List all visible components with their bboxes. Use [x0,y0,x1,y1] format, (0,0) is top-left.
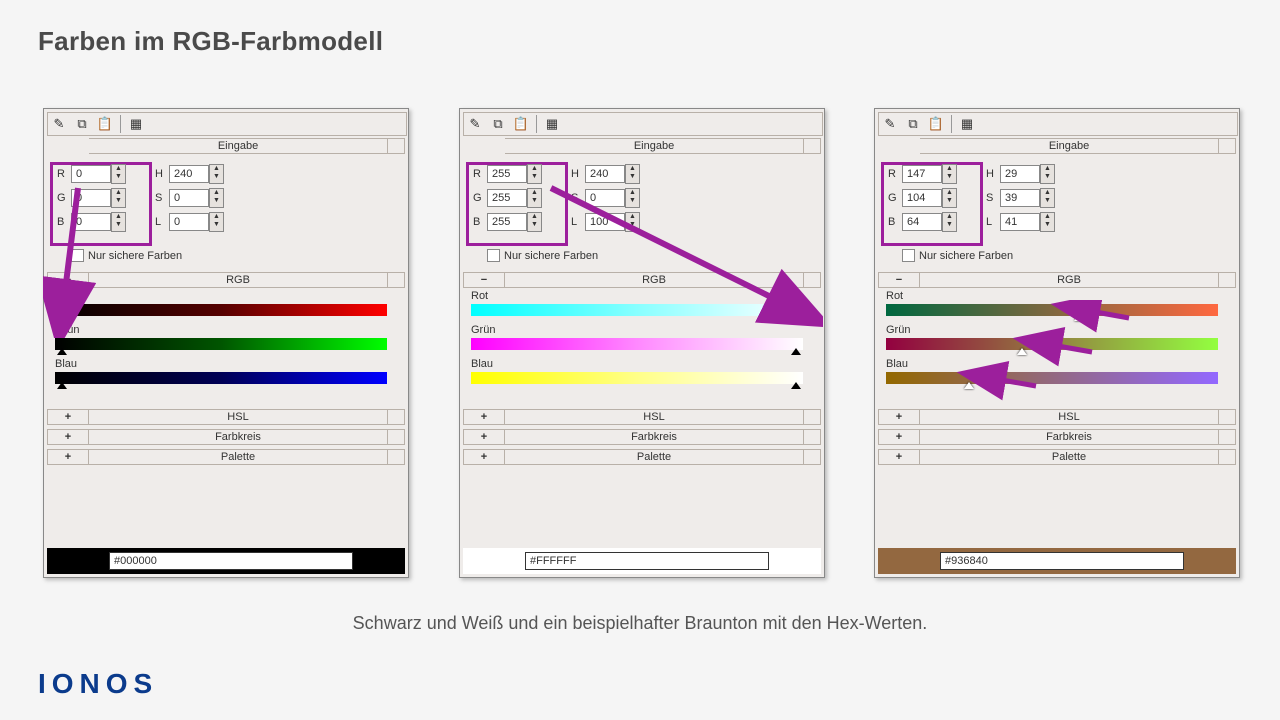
value-B[interactable]: 0 [71,213,111,231]
section-header-hsl[interactable]: +HSL [463,409,821,425]
eyedropper-icon[interactable]: ✎ [879,114,901,134]
hex-field[interactable]: #FFFFFF [525,552,769,570]
color-picker-white: ✎ ⧉ 📋 ▦ Eingabe R 255 ▲▼ G 255 ▲▼ B 255 … [459,108,825,578]
eyedropper-icon[interactable]: ✎ [464,114,486,134]
section-header-eingabe[interactable]: Eingabe [878,138,1236,154]
slider-blue[interactable] [886,372,1218,384]
color-picker-black: ✎ ⧉ 📋 ▦ Eingabe R 0 ▲▼ G 0 ▲▼ B 0 ▲▼ H 2… [43,108,409,578]
slider-blue[interactable] [55,372,387,384]
color-swatch: #FFFFFF [463,548,821,574]
value-B[interactable]: 255 [487,213,527,231]
value-S[interactable]: 39 [1000,189,1040,207]
spinner-G[interactable]: ▲▼ [527,188,542,208]
spinner-B[interactable]: ▲▼ [527,212,542,232]
section-header-palette[interactable]: +Palette [463,449,821,465]
color-picker-brown: ✎ ⧉ 📋 ▦ Eingabe R 147 ▲▼ G 104 ▲▼ B 64 ▲… [874,108,1240,578]
slider-marker[interactable] [57,348,67,355]
spinner-B[interactable]: ▲▼ [111,212,126,232]
paste-icon[interactable]: 📋 [925,114,947,134]
spinner-H[interactable]: ▲▼ [209,164,224,184]
value-R[interactable]: 0 [71,165,111,183]
spinner-L[interactable]: ▲▼ [1040,212,1055,232]
value-G[interactable]: 255 [487,189,527,207]
slider-red[interactable] [55,304,387,316]
slider-marker[interactable] [791,348,801,355]
section-header-farbkreis[interactable]: +Farbkreis [878,429,1236,445]
safe-colors-checkbox[interactable]: Nur sichere Farben [71,249,182,262]
value-R[interactable]: 147 [902,165,942,183]
ionos-logo: IONOS [38,668,158,700]
value-L[interactable]: 0 [169,213,209,231]
slider-marker[interactable] [791,382,801,389]
swatch-grid-icon[interactable]: ▦ [125,114,147,134]
slider-red[interactable] [471,304,803,316]
value-R[interactable]: 255 [487,165,527,183]
slider-marker[interactable] [964,382,974,389]
spinner-L[interactable]: ▲▼ [209,212,224,232]
spinner-S[interactable]: ▲▼ [625,188,640,208]
slider-marker[interactable] [57,314,67,321]
value-G[interactable]: 104 [902,189,942,207]
value-H[interactable]: 29 [1000,165,1040,183]
section-header-farbkreis[interactable]: +Farbkreis [47,429,405,445]
section-header-eingabe[interactable]: Eingabe [463,138,821,154]
spinner-L[interactable]: ▲▼ [625,212,640,232]
value-L[interactable]: 100 [585,213,625,231]
copy-icon[interactable]: ⧉ [902,114,924,134]
spinner-G[interactable]: ▲▼ [942,188,957,208]
value-B[interactable]: 64 [902,213,942,231]
paste-icon[interactable]: 📋 [94,114,116,134]
eyedropper-icon[interactable]: ✎ [48,114,70,134]
spinner-S[interactable]: ▲▼ [209,188,224,208]
value-L[interactable]: 41 [1000,213,1040,231]
safe-colors-checkbox[interactable]: Nur sichere Farben [902,249,1013,262]
toolbar: ✎ ⧉ 📋 ▦ [47,112,407,136]
color-swatch: #936840 [878,548,1236,574]
section-header-rgb[interactable]: −RGB [878,272,1236,288]
spinner-S[interactable]: ▲▼ [1040,188,1055,208]
slider-red[interactable] [886,304,1218,316]
slider-marker[interactable] [57,382,67,389]
safe-colors-checkbox[interactable]: Nur sichere Farben [487,249,598,262]
slider-green[interactable] [55,338,387,350]
color-swatch: #000000 [47,548,405,574]
slider-marker[interactable] [1074,314,1084,321]
toolbar: ✎ ⧉ 📋 ▦ [463,112,823,136]
value-G[interactable]: 0 [71,189,111,207]
spinner-R[interactable]: ▲▼ [111,164,126,184]
spinner-R[interactable]: ▲▼ [942,164,957,184]
slider-blue[interactable] [471,372,803,384]
value-H[interactable]: 240 [585,165,625,183]
page-title: Farben im RGB-Farbmodell [38,26,383,57]
copy-icon[interactable]: ⧉ [71,114,93,134]
spinner-R[interactable]: ▲▼ [527,164,542,184]
copy-icon[interactable]: ⧉ [487,114,509,134]
value-S[interactable]: 0 [169,189,209,207]
swatch-grid-icon[interactable]: ▦ [541,114,563,134]
slider-marker[interactable] [791,314,801,321]
spinner-H[interactable]: ▲▼ [625,164,640,184]
spinner-H[interactable]: ▲▼ [1040,164,1055,184]
paste-icon[interactable]: 📋 [510,114,532,134]
section-header-farbkreis[interactable]: +Farbkreis [463,429,821,445]
section-header-palette[interactable]: +Palette [47,449,405,465]
slider-marker[interactable] [1017,348,1027,355]
swatch-grid-icon[interactable]: ▦ [956,114,978,134]
slider-green[interactable] [886,338,1218,350]
caption-text: Schwarz und Weiß und ein beispielhafter … [0,613,1280,634]
spinner-G[interactable]: ▲▼ [111,188,126,208]
section-header-eingabe[interactable]: Eingabe [47,138,405,154]
section-header-hsl[interactable]: +HSL [878,409,1236,425]
slider-green[interactable] [471,338,803,350]
toolbar: ✎ ⧉ 📋 ▦ [878,112,1238,136]
hex-field[interactable]: #936840 [940,552,1184,570]
section-header-rgb[interactable]: −RGB [463,272,821,288]
spinner-B[interactable]: ▲▼ [942,212,957,232]
value-S[interactable]: 0 [585,189,625,207]
value-H[interactable]: 240 [169,165,209,183]
section-header-rgb[interactable]: −RGB [47,272,405,288]
hex-field[interactable]: #000000 [109,552,353,570]
section-header-hsl[interactable]: +HSL [47,409,405,425]
section-header-palette[interactable]: +Palette [878,449,1236,465]
